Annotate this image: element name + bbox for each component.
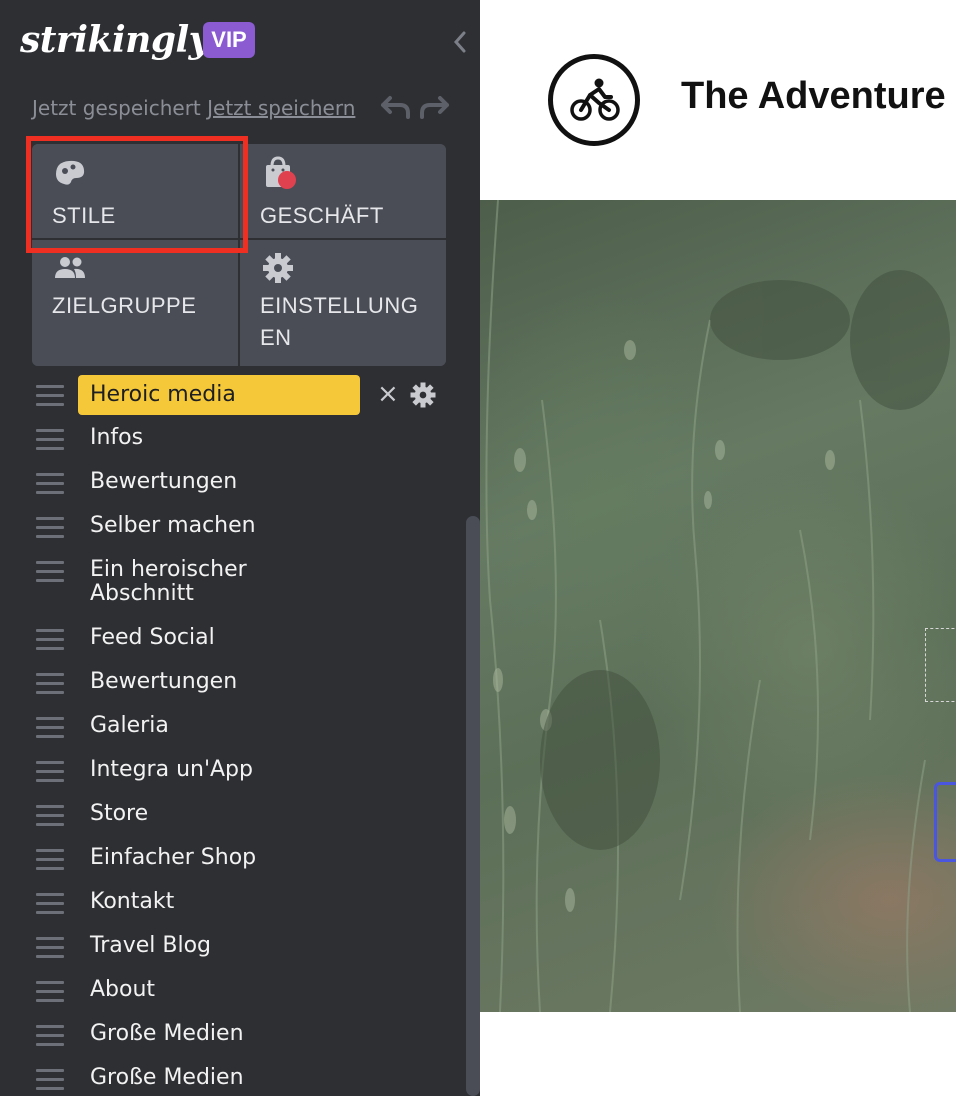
section-item-label: Einfacher Shop xyxy=(90,845,257,870)
section-item-label: Kontakt xyxy=(90,889,175,914)
section-item-label: Feed Social xyxy=(90,625,215,650)
section-item[interactable]: Integra un'App xyxy=(0,751,466,795)
vip-badge: VIP xyxy=(203,22,255,58)
section-item[interactable]: Bewertungen xyxy=(0,663,466,707)
section-settings-button[interactable] xyxy=(408,380,438,410)
section-item-label: Travel Blog xyxy=(90,933,212,958)
undo-icon xyxy=(381,96,410,119)
section-item[interactable]: Große Medien xyxy=(0,1015,466,1059)
drag-handle-icon[interactable] xyxy=(36,893,64,915)
section-item-label: Große Medien xyxy=(90,1065,244,1090)
site-logo[interactable] xyxy=(548,54,640,146)
section-item[interactable]: Einfacher Shop xyxy=(0,839,466,883)
drag-handle-icon[interactable] xyxy=(36,385,64,407)
drag-handle-icon[interactable] xyxy=(36,629,64,651)
section-item-label: Selber machen xyxy=(90,513,256,538)
save-status-text: Jetzt gespeichert xyxy=(32,96,201,120)
section-item[interactable]: Galeria xyxy=(0,707,466,751)
save-now-link[interactable]: Jetzt speichern xyxy=(207,96,355,120)
selection-outline xyxy=(925,628,956,702)
editor-sidebar: strikingly VIP Jetzt gespeichert Jetzt s… xyxy=(0,0,480,1096)
tile-divider xyxy=(32,238,446,240)
drag-handle-icon[interactable] xyxy=(36,1069,64,1091)
section-item[interactable]: Heroic media × xyxy=(0,375,466,419)
tile-geschaeft-label: GESCHÄFT xyxy=(260,203,384,228)
drag-handle-icon[interactable] xyxy=(36,761,64,783)
section-item[interactable]: Travel Blog xyxy=(0,927,466,971)
collapse-sidebar-button[interactable] xyxy=(446,24,474,60)
site-preview: The Adventure xyxy=(480,0,956,1096)
undo-button[interactable] xyxy=(380,92,412,122)
sidebar-scrollbar[interactable] xyxy=(466,516,480,1096)
remove-section-button[interactable]: × xyxy=(377,380,401,408)
drag-handle-icon[interactable] xyxy=(36,981,64,1003)
section-item[interactable]: About xyxy=(0,971,466,1015)
gear-icon xyxy=(263,253,293,283)
section-item-label: Galeria xyxy=(90,713,169,738)
section-item[interactable]: Große Medien xyxy=(0,1059,466,1096)
tile-zielgruppe[interactable]: ZIELGRUPPE xyxy=(32,240,238,366)
tile-geschaeft[interactable]: GESCHÄFT xyxy=(240,144,446,240)
tile-zielgruppe-label: ZIELGRUPPE xyxy=(52,293,197,318)
section-item-label: About xyxy=(90,977,156,1002)
hero-media[interactable] xyxy=(480,200,956,1012)
drag-handle-icon[interactable] xyxy=(36,805,64,827)
section-list: Heroic media × Infos Bewertungen Selber mach… xyxy=(0,375,466,1096)
section-item[interactable]: Feed Social xyxy=(0,619,466,663)
section-item-label: Infos xyxy=(90,425,144,450)
save-status: Jetzt gespeichert Jetzt speichern xyxy=(32,93,355,123)
site-title[interactable]: The Adventure xyxy=(681,70,946,122)
section-item-label: Ein heroischer Abschnitt xyxy=(90,557,247,606)
redo-button[interactable] xyxy=(418,92,450,122)
tile-einstellungen[interactable]: EINSTELLUNG EN xyxy=(240,240,446,366)
section-item[interactable]: Ein heroischer Abschnitt xyxy=(0,551,466,619)
section-item-label: Bewertungen xyxy=(90,669,238,694)
hero-button-outline[interactable] xyxy=(934,782,956,862)
section-item-label: Große Medien xyxy=(90,1021,244,1046)
redo-icon xyxy=(420,96,449,119)
palette-icon xyxy=(56,160,85,185)
cyclist-icon xyxy=(570,78,620,121)
section-item[interactable]: Infos xyxy=(0,419,466,463)
users-icon xyxy=(55,257,85,278)
section-item-label: Heroic media xyxy=(90,382,236,407)
section-item[interactable]: Kontakt xyxy=(0,883,466,927)
hero-foliage xyxy=(485,200,950,1012)
section-item-label: Store xyxy=(90,801,149,826)
gear-icon xyxy=(410,382,436,408)
drag-handle-icon[interactable] xyxy=(36,673,64,695)
strikingly-logo: strikingly xyxy=(20,19,210,61)
drag-handle-icon[interactable] xyxy=(36,561,64,583)
tile-einstellungen-label: EINSTELLUNG EN xyxy=(260,293,419,350)
tile-stile-label: STILE xyxy=(52,203,116,228)
notification-dot xyxy=(278,171,296,189)
tile-divider xyxy=(238,144,240,366)
editor-tiles: STILE GESCHÄFT ZIELGRUPPE EINSTELLUNG EN xyxy=(32,144,446,366)
section-item[interactable]: Selber machen xyxy=(0,507,466,551)
drag-handle-icon[interactable] xyxy=(36,429,64,451)
section-item[interactable]: Bewertungen xyxy=(0,463,466,507)
drag-handle-icon[interactable] xyxy=(36,1025,64,1047)
section-item-label: Bewertungen xyxy=(90,469,238,494)
drag-handle-icon[interactable] xyxy=(36,517,64,539)
drag-handle-icon[interactable] xyxy=(36,849,64,871)
drag-handle-icon[interactable] xyxy=(36,473,64,495)
drag-handle-icon[interactable] xyxy=(36,937,64,959)
section-item-label: Integra un'App xyxy=(90,757,253,782)
drag-handle-icon[interactable] xyxy=(36,717,64,739)
section-item[interactable]: Store xyxy=(0,795,466,839)
tile-stile[interactable]: STILE xyxy=(32,144,238,240)
chevron-left-icon xyxy=(453,31,466,53)
